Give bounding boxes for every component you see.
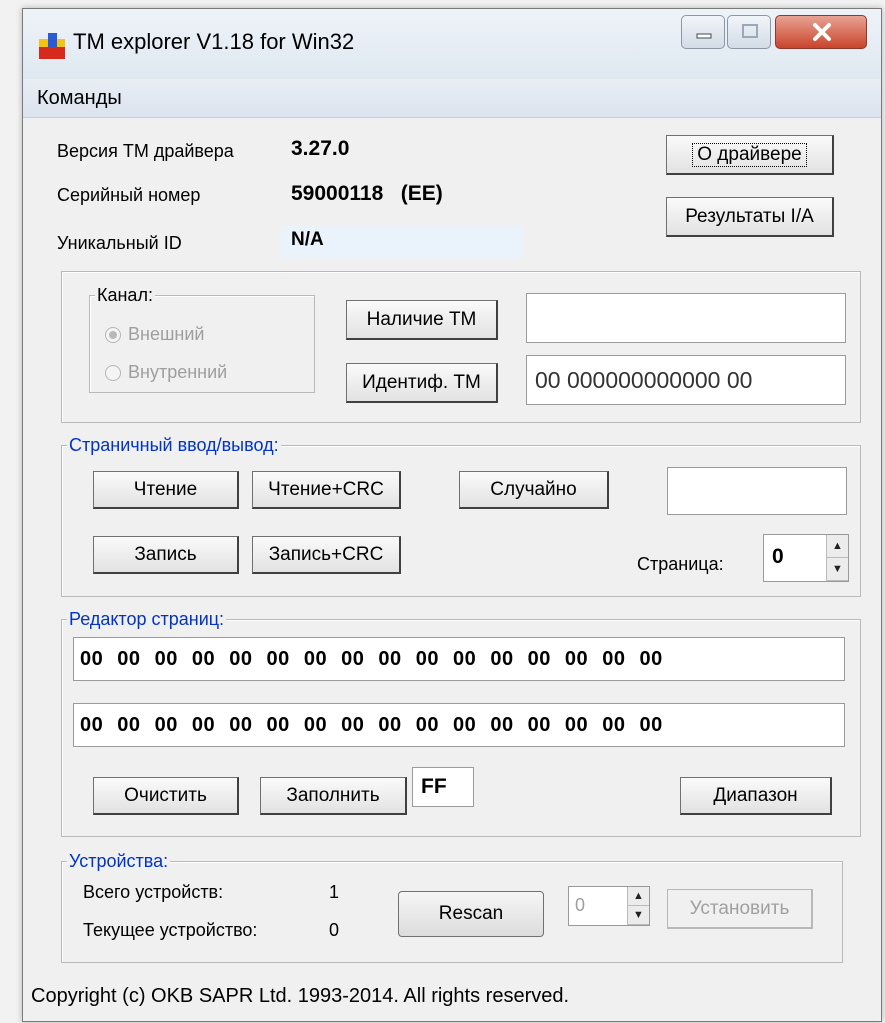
- read-crc-label: Чтение+CRC: [268, 478, 384, 500]
- random-button[interactable]: Случайно: [459, 471, 609, 509]
- range-button[interactable]: Диапазон: [680, 777, 832, 815]
- serial-value: 59000118 (EE): [291, 182, 443, 205]
- radio-internal[interactable]: [105, 365, 121, 381]
- page-label: Страница:: [637, 554, 724, 574]
- device-spinner[interactable]: 0 ▲ ▼: [568, 886, 650, 926]
- menu-bar: Команды: [23, 79, 881, 118]
- write-crc-label: Запись+CRC: [268, 543, 384, 565]
- page-spin-arrows: ▲ ▼: [826, 535, 848, 581]
- radio-external-label: Внешний: [128, 324, 205, 344]
- driver-version-label: Версия TM драйвера: [57, 141, 234, 161]
- tm-presence-button[interactable]: Наличие TM: [346, 300, 498, 340]
- page-spinner[interactable]: 0 ▲ ▼: [763, 534, 849, 582]
- tm-identify-label: Идентиф. TM: [362, 371, 481, 393]
- clear-label: Очистить: [124, 784, 207, 806]
- menu-commands[interactable]: Команды: [37, 87, 122, 110]
- close-icon: [813, 23, 831, 41]
- device-spin-down-icon[interactable]: ▼: [628, 906, 649, 925]
- read-crc-button[interactable]: Чтение+CRC: [252, 471, 401, 509]
- ia-results-button[interactable]: Результаты I/A: [666, 197, 834, 237]
- read-button[interactable]: Чтение: [93, 471, 239, 509]
- write-button[interactable]: Запись: [93, 536, 239, 574]
- device-spin-arrows: ▲ ▼: [627, 887, 649, 925]
- tm-presence-field[interactable]: [526, 293, 846, 343]
- range-label: Диапазон: [713, 784, 798, 806]
- hex-row-2-value: 00 00 00 00 00 00 00 00 00 00 00 00 00 0…: [80, 714, 663, 736]
- hex-row-1-value: 00 00 00 00 00 00 00 00 00 00 00 00 00 0…: [80, 648, 663, 670]
- about-driver-button[interactable]: О драйвере: [666, 135, 834, 175]
- channel-legend: Канал:: [95, 285, 155, 306]
- random-field[interactable]: [667, 467, 847, 515]
- unique-id-field: N/A: [281, 226, 523, 258]
- about-driver-label: О драйвере: [692, 142, 807, 167]
- rescan-label: Rescan: [438, 903, 504, 924]
- copyright-text: Copyright (c) OKB SAPR Ltd. 1993-2014. A…: [31, 985, 570, 1007]
- tm-id-value: 00 000000000000 00: [535, 366, 753, 393]
- rescan-button[interactable]: Rescan: [398, 891, 544, 937]
- window-title: TM explorer V1.18 for Win32: [73, 29, 355, 54]
- total-devices-value: 1: [329, 882, 340, 902]
- set-button[interactable]: Установить: [667, 889, 813, 929]
- radio-external[interactable]: [105, 327, 121, 343]
- fill-label: Заполнить: [286, 784, 380, 806]
- maximize-icon: [742, 24, 758, 38]
- fill-value: FF: [421, 775, 447, 798]
- spin-up-icon[interactable]: ▲: [827, 535, 848, 558]
- read-label: Чтение: [133, 478, 198, 500]
- maximize-button[interactable]: [727, 15, 771, 49]
- current-device-label: Текущее устройство:: [83, 920, 258, 940]
- app-window: TM explorer V1.18 for Win32 Команды Верс…: [22, 8, 882, 1022]
- tm-presence-label: Наличие TM: [366, 308, 477, 330]
- driver-version-value: 3.27.0: [291, 137, 350, 160]
- unique-id-value: N/A: [291, 229, 324, 250]
- serial-label: Серийный номер: [57, 185, 201, 205]
- write-crc-button[interactable]: Запись+CRC: [252, 536, 401, 574]
- minimize-button[interactable]: [681, 15, 725, 49]
- page-value: 0: [772, 545, 784, 568]
- title-bar: TM explorer V1.18 for Win32: [23, 9, 881, 79]
- ia-results-label: Результаты I/A: [685, 205, 814, 227]
- unique-id-label: Уникальный ID: [57, 233, 182, 253]
- close-button[interactable]: [775, 15, 867, 49]
- hex-row-2[interactable]: 00 00 00 00 00 00 00 00 00 00 00 00 00 0…: [73, 703, 845, 747]
- radio-internal-label: Внутренний: [128, 362, 228, 382]
- clear-button[interactable]: Очистить: [93, 777, 239, 815]
- device-spin-up-icon[interactable]: ▲: [628, 887, 649, 906]
- page-editor-legend: Редактор страниц:: [67, 609, 227, 630]
- page-io-legend: Страничный ввод/вывод:: [67, 435, 281, 456]
- total-devices-label: Всего устройств:: [83, 882, 224, 902]
- fill-value-field[interactable]: FF: [412, 767, 474, 807]
- write-label: Запись: [134, 543, 197, 565]
- random-label: Случайно: [490, 478, 577, 500]
- fill-button[interactable]: Заполнить: [260, 777, 407, 815]
- app-icon: [39, 33, 65, 59]
- tm-id-field[interactable]: 00 000000000000 00: [526, 355, 846, 405]
- spin-down-icon[interactable]: ▼: [827, 558, 848, 581]
- current-device-value: 0: [329, 920, 340, 940]
- tm-identify-button[interactable]: Идентиф. TM: [346, 363, 498, 403]
- device-selector-value: 0: [575, 895, 586, 915]
- devices-legend: Устройства:: [67, 851, 171, 872]
- hex-row-1[interactable]: 00 00 00 00 00 00 00 00 00 00 00 00 00 0…: [73, 637, 845, 681]
- set-label: Установить: [689, 897, 790, 919]
- minimize-icon: [696, 33, 712, 39]
